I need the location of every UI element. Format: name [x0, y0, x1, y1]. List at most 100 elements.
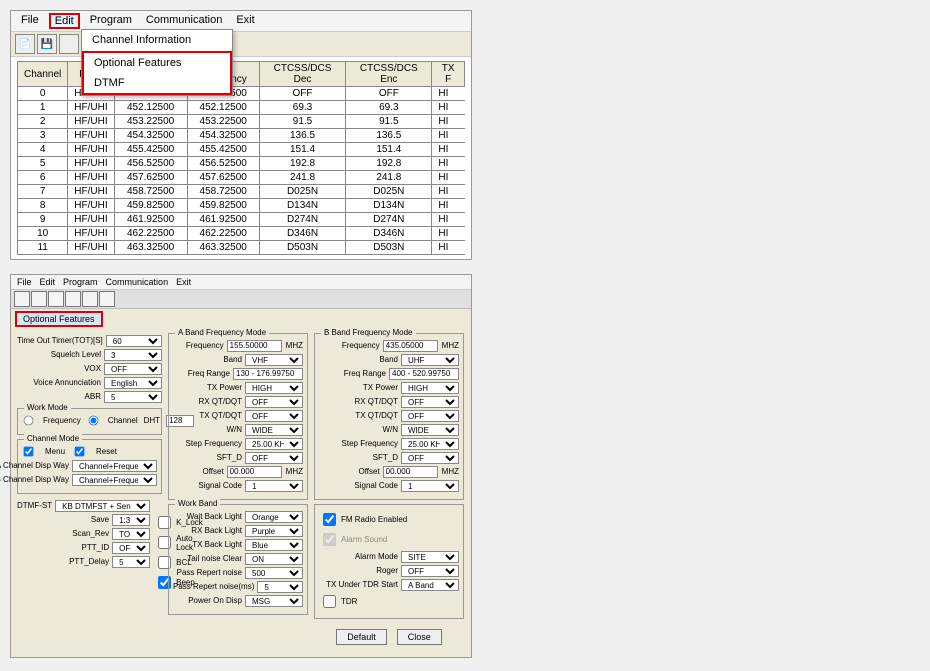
- cell[interactable]: OFF: [259, 87, 346, 101]
- menu-exit[interactable]: Exit: [232, 13, 258, 29]
- cell[interactable]: 151.4: [346, 143, 432, 157]
- cell[interactable]: HI: [432, 157, 465, 171]
- cell[interactable]: 241.8: [259, 171, 346, 185]
- cell[interactable]: D025N: [346, 185, 432, 199]
- menu-check[interactable]: [24, 447, 34, 457]
- cell[interactable]: 453.22500: [187, 115, 259, 129]
- cell[interactable]: 9: [18, 213, 68, 227]
- grid-col-6[interactable]: TX F: [432, 62, 465, 87]
- cell[interactable]: 461.92500: [187, 213, 259, 227]
- cell[interactable]: D134N: [346, 199, 432, 213]
- fm-check[interactable]: [323, 513, 336, 526]
- cell[interactable]: 151.4: [259, 143, 346, 157]
- cell[interactable]: D503N: [259, 241, 346, 255]
- cell[interactable]: 459.82500: [187, 199, 259, 213]
- table-row[interactable]: 4HF/UHI455.42500455.42500151.4151.4HI: [18, 143, 465, 157]
- cell[interactable]: 192.8: [346, 157, 432, 171]
- a-sftd-select[interactable]: OFF: [245, 452, 303, 464]
- grid-col-4[interactable]: CTCSS/DCS Dec: [259, 62, 346, 87]
- cell[interactable]: 452.12500: [114, 101, 187, 115]
- cell[interactable]: 454.32500: [187, 129, 259, 143]
- cell[interactable]: HF/UHI: [68, 199, 114, 213]
- toolbar-btn-1[interactable]: 📄: [15, 34, 35, 54]
- tb2-4[interactable]: [65, 291, 81, 307]
- tb2-3[interactable]: [48, 291, 64, 307]
- sq-select[interactable]: 3: [104, 349, 162, 361]
- cell[interactable]: D503N: [346, 241, 432, 255]
- cell[interactable]: 1: [18, 101, 68, 115]
- menu2-file[interactable]: File: [17, 277, 32, 287]
- cell[interactable]: HI: [432, 143, 465, 157]
- pod-select[interactable]: MSG: [245, 595, 303, 607]
- tb2-1[interactable]: [14, 291, 30, 307]
- tnc-select[interactable]: ON: [245, 553, 303, 565]
- b-sftd-select[interactable]: OFF: [401, 452, 459, 464]
- b-off-input[interactable]: [383, 466, 438, 478]
- txbl-select[interactable]: Blue: [245, 539, 303, 551]
- cell[interactable]: 452.12500: [187, 101, 259, 115]
- cell[interactable]: 11: [18, 241, 68, 255]
- cell[interactable]: 10: [18, 227, 68, 241]
- menu-file[interactable]: File: [17, 13, 43, 29]
- cell[interactable]: 456.52500: [187, 157, 259, 171]
- table-row[interactable]: 3HF/UHI454.32500454.32500136.5136.5HI: [18, 129, 465, 143]
- menu2-exit[interactable]: Exit: [176, 277, 191, 287]
- wbl-select[interactable]: Orange: [245, 511, 303, 523]
- scan-select[interactable]: TO: [112, 528, 150, 540]
- b-wn-select[interactable]: WIDE: [401, 424, 459, 436]
- toolbar-btn-3[interactable]: [59, 34, 79, 54]
- menu-program[interactable]: Program: [86, 13, 136, 29]
- grid-col-0[interactable]: Channel: [18, 62, 68, 87]
- cell[interactable]: 457.62500: [187, 171, 259, 185]
- a-freq-input[interactable]: [227, 340, 282, 352]
- cell[interactable]: 192.8: [259, 157, 346, 171]
- cell[interactable]: HF/UHI: [68, 213, 114, 227]
- cell[interactable]: D346N: [346, 227, 432, 241]
- cell[interactable]: 7: [18, 185, 68, 199]
- close-button[interactable]: Close: [397, 629, 442, 645]
- cell[interactable]: HI: [432, 171, 465, 185]
- cell[interactable]: D134N: [259, 199, 346, 213]
- menu2-program[interactable]: Program: [63, 277, 98, 287]
- table-row[interactable]: 2HF/UHI453.22500453.2250091.591.5HI: [18, 115, 465, 129]
- cell[interactable]: 4: [18, 143, 68, 157]
- cell[interactable]: D274N: [259, 213, 346, 227]
- toolbar-btn-2[interactable]: 💾: [37, 34, 57, 54]
- tb2-5[interactable]: [82, 291, 98, 307]
- b-sig-select[interactable]: 1: [401, 480, 459, 492]
- cell[interactable]: HF/UHI: [68, 129, 114, 143]
- menu2-communication[interactable]: Communication: [106, 277, 169, 287]
- cell[interactable]: D274N: [346, 213, 432, 227]
- cell[interactable]: 463.32500: [187, 241, 259, 255]
- pttid-select[interactable]: OFF: [112, 542, 150, 554]
- b-band-select[interactable]: UHF: [401, 354, 459, 366]
- table-row[interactable]: 5HF/UHI456.52500456.52500192.8192.8HI: [18, 157, 465, 171]
- cell[interactable]: 91.5: [259, 115, 346, 129]
- cell[interactable]: HF/UHI: [68, 115, 114, 129]
- cell[interactable]: D346N: [259, 227, 346, 241]
- b-step-select[interactable]: 25.00 KHZ: [401, 438, 459, 450]
- cell[interactable]: HI: [432, 241, 465, 255]
- cell[interactable]: 463.32500: [114, 241, 187, 255]
- cell[interactable]: 458.72500: [187, 185, 259, 199]
- table-row[interactable]: 6HF/UHI457.62500457.62500241.8241.8HI: [18, 171, 465, 185]
- cell[interactable]: HI: [432, 185, 465, 199]
- tab-optional-features[interactable]: Optional Features: [15, 311, 103, 327]
- cell[interactable]: 91.5: [346, 115, 432, 129]
- a-sig-select[interactable]: 1: [245, 480, 303, 492]
- cell[interactable]: 69.3: [259, 101, 346, 115]
- b-freq-input[interactable]: [383, 340, 438, 352]
- cell[interactable]: 69.3: [346, 101, 432, 115]
- cell[interactable]: 461.92500: [114, 213, 187, 227]
- cell[interactable]: 459.82500: [114, 199, 187, 213]
- table-row[interactable]: 11HF/UHI463.32500463.32500D503ND503NHI: [18, 241, 465, 255]
- adw-select[interactable]: Channel+Frequency: [72, 460, 157, 472]
- cell[interactable]: HF/UHI: [68, 227, 114, 241]
- tdr-check[interactable]: [323, 595, 336, 608]
- default-button[interactable]: Default: [336, 629, 387, 645]
- cell[interactable]: 8: [18, 199, 68, 213]
- cell[interactable]: 462.22500: [114, 227, 187, 241]
- a-step-select[interactable]: 25.00 KHZ: [245, 438, 303, 450]
- cell[interactable]: 136.5: [259, 129, 346, 143]
- cell[interactable]: HF/UHI: [68, 241, 114, 255]
